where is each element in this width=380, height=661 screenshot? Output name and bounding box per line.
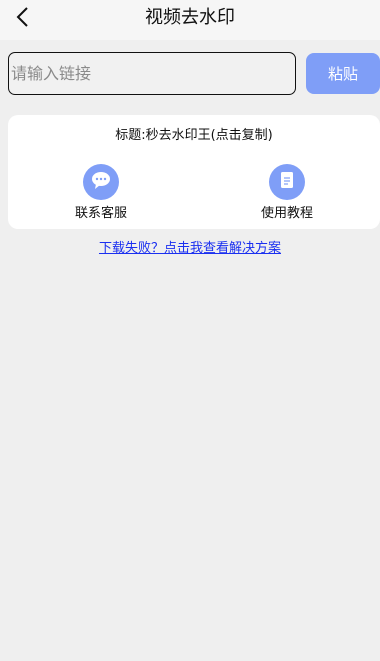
page-title: 视频去水印: [145, 7, 235, 28]
tutorial-icon-circle: [269, 164, 305, 200]
video-title-copy[interactable]: 标题:秒去水印王(点击复制): [8, 127, 380, 145]
document-icon: [279, 171, 295, 193]
contact-service-icon-circle: [83, 164, 119, 200]
top-bar: 视频去水印: [0, 0, 380, 40]
paste-button-label: 粘贴: [327, 65, 358, 83]
info-card: 标题:秒去水印王(点击复制) 联系客服 使用教程: [8, 115, 380, 229]
contact-service-label: 联系客服: [74, 206, 127, 221]
paste-button[interactable]: 粘贴: [306, 53, 380, 94]
download-failed-help-link[interactable]: 下载失败？点击我查看解决方案: [0, 240, 380, 258]
contact-service-button[interactable]: 联系客服: [61, 164, 141, 223]
tutorial-button[interactable]: 使用教程: [247, 164, 327, 223]
tutorial-label: 使用教程: [260, 206, 313, 221]
chat-bubble-icon: [90, 170, 112, 194]
link-input-row: 粘贴: [8, 52, 380, 95]
link-input[interactable]: [8, 52, 296, 95]
